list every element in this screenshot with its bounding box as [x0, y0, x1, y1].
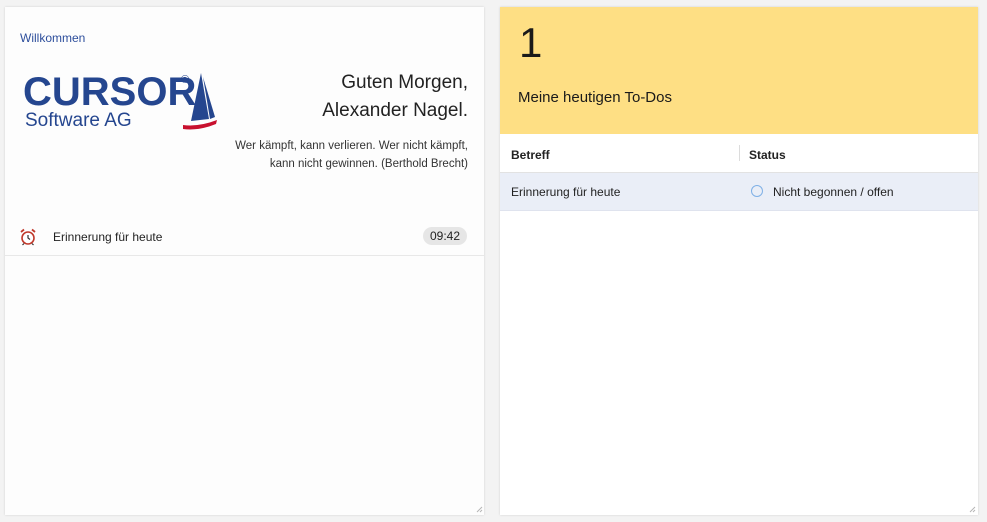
greeting-line-1: Guten Morgen, — [341, 72, 468, 93]
logo-name: CURSOR — [23, 70, 196, 114]
greeting-line-2: Alexander Nagel. — [322, 100, 468, 121]
cell-status: Nicht begonnen / offen — [773, 185, 894, 199]
reminder-label: Erinnerung für heute — [53, 230, 163, 244]
column-header-status[interactable]: Status — [749, 148, 786, 162]
alarm-clock-icon — [19, 228, 37, 246]
reminder-item[interactable]: Erinnerung für heute 09:42 — [5, 225, 484, 256]
todos-summary[interactable]: 1 Meine heutigen To-Dos — [500, 7, 978, 134]
quote-line-2: kann nicht gewinnen. (Berthold Brecht) — [269, 158, 468, 170]
welcome-panel: Willkommen CURSOR ® Software AG Guten Mo… — [5, 7, 484, 515]
greeting: Guten Morgen, Alexander Nagel. — [322, 69, 468, 125]
resize-handle[interactable] — [968, 505, 976, 513]
cell-betreff: Erinnerung für heute — [511, 185, 621, 199]
table-header: Betreff Status — [500, 134, 978, 173]
todos-panel: 1 Meine heutigen To-Dos Betreff Status E… — [500, 7, 978, 515]
quote: Wer kämpft, kann verlieren. Wer nicht kä… — [168, 137, 468, 173]
logo-registered: ® — [181, 74, 189, 86]
cursor-logo: CURSOR ® Software AG — [23, 67, 223, 139]
empty-circle-icon — [751, 185, 763, 197]
column-divider[interactable] — [739, 145, 740, 161]
resize-handle[interactable] — [475, 505, 483, 513]
boat-hull — [183, 120, 217, 130]
table-row[interactable]: Erinnerung für heute Nicht begonnen / of… — [500, 173, 978, 211]
todo-count: 1 — [519, 19, 543, 66]
column-header-betreff[interactable]: Betreff — [511, 148, 550, 162]
todos-title: Meine heutigen To-Dos — [518, 89, 672, 106]
reminder-time-badge: 09:42 — [422, 227, 467, 245]
logo-tagline: Software AG — [25, 110, 132, 131]
quote-line-1: Wer kämpft, kann verlieren. Wer nicht kä… — [235, 140, 468, 152]
panel-title: Willkommen — [20, 31, 86, 45]
